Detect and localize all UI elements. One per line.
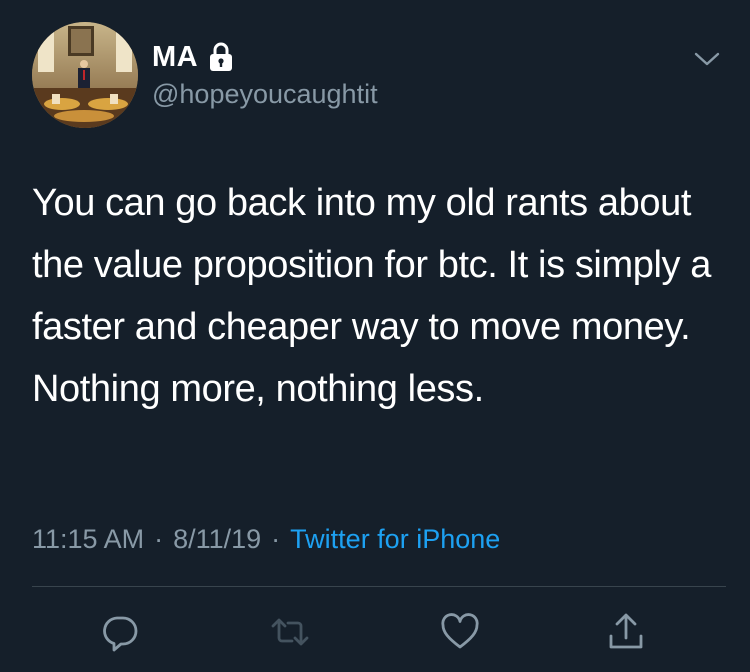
avatar-image: [32, 22, 138, 128]
action-bar: [0, 604, 750, 660]
tweet-meta: 11:15 AM · 8/11/19 · Twitter for iPhone: [32, 522, 500, 556]
reply-button[interactable]: [100, 612, 140, 652]
display-name[interactable]: MA: [152, 40, 198, 74]
name-row: MA: [152, 40, 234, 74]
reply-icon: [103, 616, 138, 652]
meta-separator: ·: [271, 524, 281, 554]
tweet-text: You can go back into my old rants about …: [32, 182, 711, 410]
retweet-button[interactable]: [270, 612, 310, 652]
meta-separator: ·: [154, 524, 164, 554]
retweet-icon: [271, 618, 309, 646]
tweet-card: MA @hopeyoucaughtit You can go back into…: [0, 0, 750, 672]
tweet-date: 8/11/19: [173, 524, 262, 554]
tweet-time: 11:15 AM: [32, 524, 145, 554]
avatar[interactable]: [32, 22, 138, 128]
tweet-source-link[interactable]: Twitter for iPhone: [290, 524, 500, 554]
share-icon: [609, 613, 643, 649]
heart-icon: [441, 613, 479, 649]
like-button[interactable]: [440, 612, 480, 652]
user-handle[interactable]: @hopeyoucaughtit: [152, 78, 378, 110]
share-button[interactable]: [606, 612, 646, 652]
lock-icon: [208, 42, 234, 72]
divider: [32, 586, 726, 587]
chevron-down-icon[interactable]: [694, 50, 720, 68]
